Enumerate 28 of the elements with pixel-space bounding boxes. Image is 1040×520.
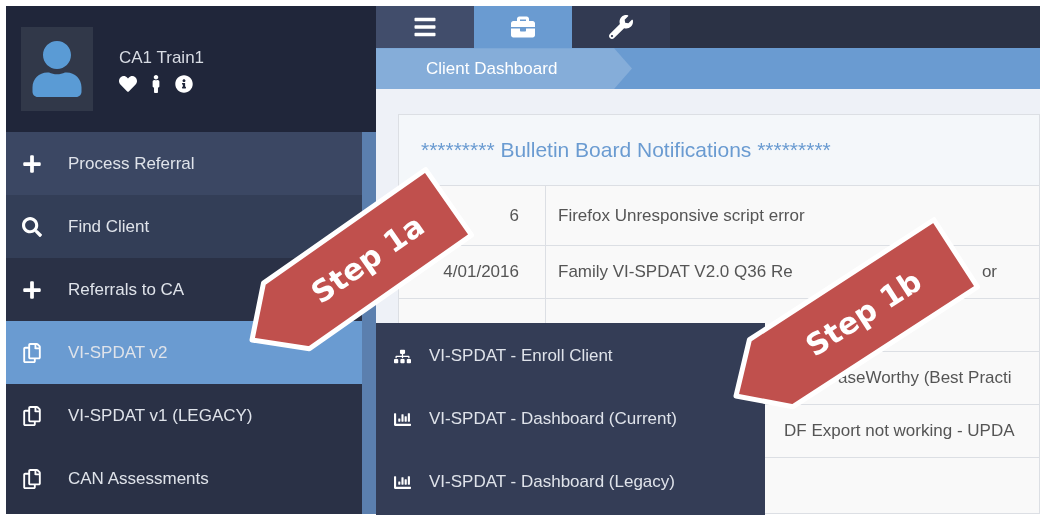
heart-icon[interactable] [119, 74, 137, 93]
notification-text: DF Export not working - UPDA [784, 420, 1015, 443]
date-cell-text: 4/01/2016 [443, 261, 519, 284]
hierarchy-icon [394, 347, 411, 365]
plus-icon [22, 153, 42, 174]
submenu-item[interactable]: VI-SPDAT - Dashboard (Current) [376, 387, 765, 451]
plus-icon [22, 279, 42, 300]
user-name: CA1 Train1 [119, 47, 205, 70]
bar-chart-icon [394, 473, 411, 491]
callout-label: Step 1b [799, 263, 928, 364]
submenu-item[interactable]: VI-SPDAT - Dashboard (Legacy) [376, 450, 765, 514]
notification-text: or [981, 261, 997, 284]
documents-icon [22, 468, 42, 489]
toolbar-tab[interactable] [376, 6, 474, 49]
documents-icon [22, 342, 42, 363]
briefcase-icon [511, 15, 535, 40]
date-cell-text: 6 [509, 204, 519, 227]
search-icon [22, 216, 42, 237]
panel-title: ********* Bulletin Board Notifications ********* [421, 137, 831, 164]
notification-text: aseWorthy (Best Practi [838, 367, 1012, 390]
notification-text: Firefox Unresponsive script error [558, 204, 805, 227]
toolbar-tab[interactable] [572, 6, 670, 49]
documents-icon [22, 405, 42, 426]
bar-chart-icon [394, 410, 411, 428]
notification-text: Family VI-SPDAT V2.0 Q36 Re [558, 261, 793, 284]
wrench-icon [609, 15, 633, 40]
info-icon[interactable] [175, 74, 193, 93]
sidebar-item[interactable]: Process Referral [6, 132, 362, 195]
